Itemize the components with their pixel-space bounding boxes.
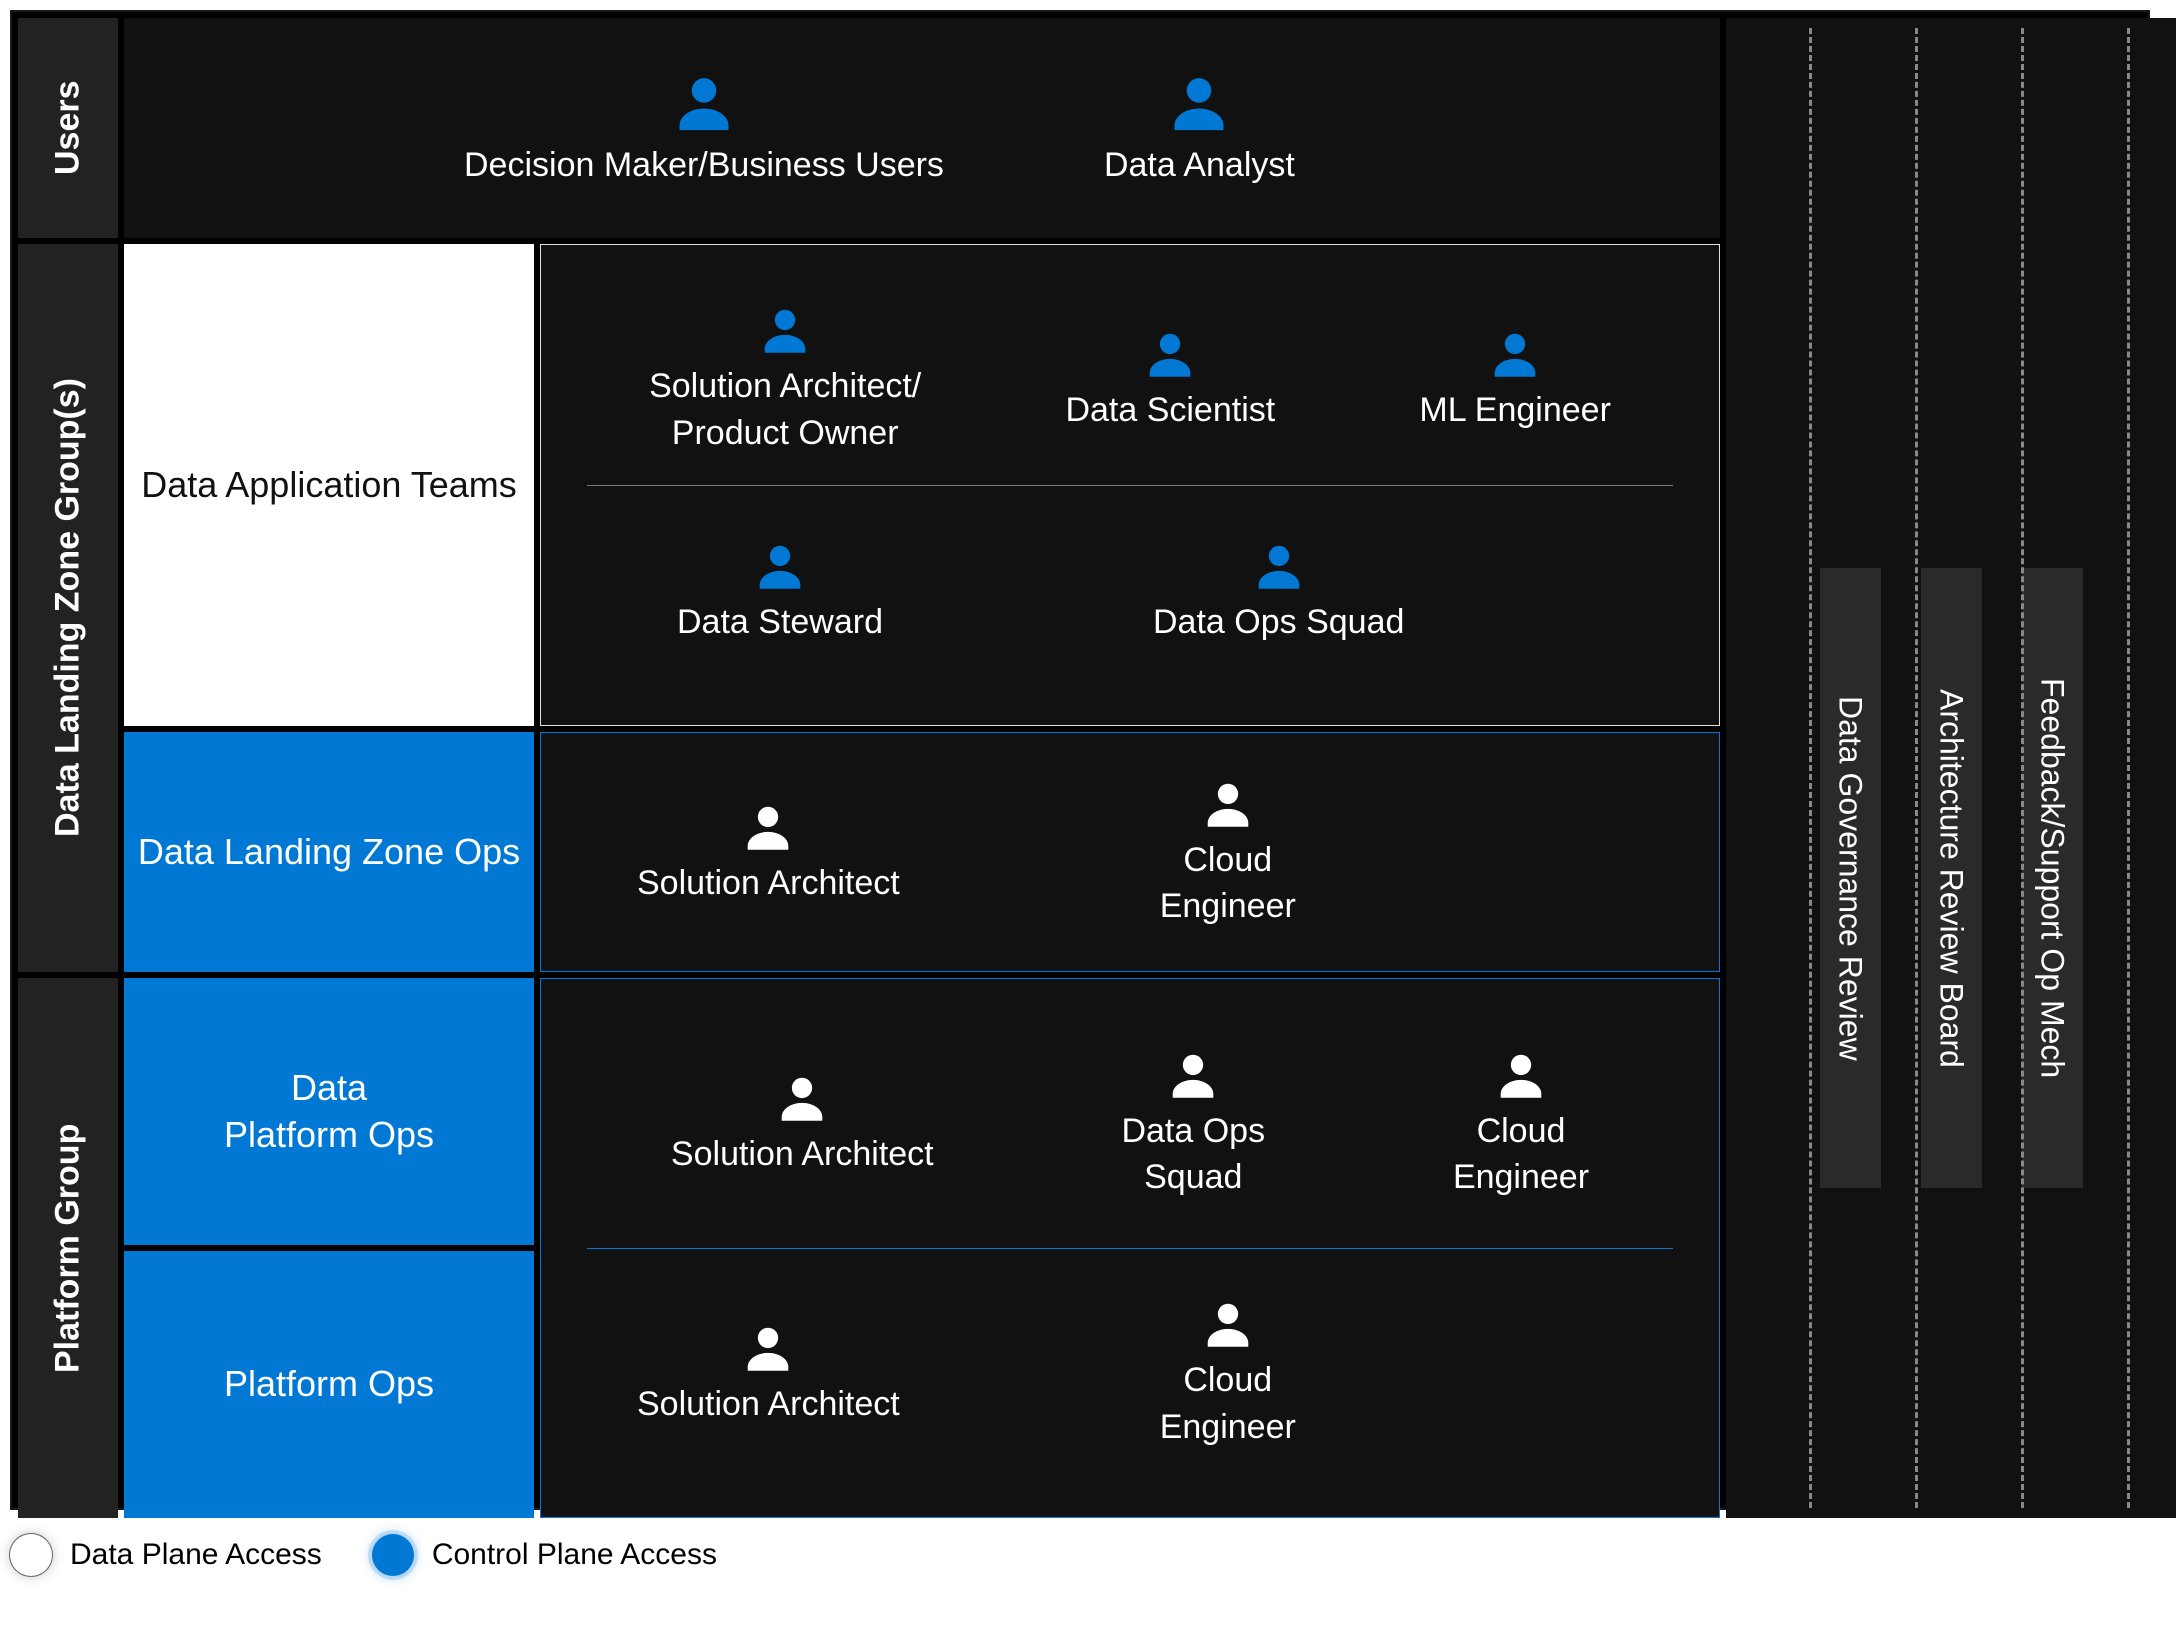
legend-label: Data Plane Access [70, 1538, 322, 1572]
pg-row-2: Solution Architect Cloud Engineer [577, 1249, 1683, 1498]
person-icon [1164, 1048, 1222, 1106]
pg-row-1: Solution Architect Data Ops Squad Cloud … [577, 999, 1683, 1248]
users-roles-row: Decision Maker/Business Users Data Analy… [124, 18, 1720, 238]
role-label: Decision Maker/Business Users [464, 144, 944, 187]
governance-bar-data-governance: Data Governance Review [1820, 568, 1881, 1188]
role-solution-architect: Solution Architect [637, 1321, 900, 1426]
role-label: Data Analyst [1104, 144, 1295, 187]
legend-label: Control Plane Access [432, 1538, 717, 1572]
person-icon [739, 800, 797, 858]
dashed-vline [2127, 28, 2130, 1508]
role-label: Cloud [1183, 839, 1272, 882]
vbar-label: Feedback/Support Op Mech [2034, 678, 2071, 1078]
role-data-analyst: Data Analyst [1104, 70, 1295, 187]
team-row-top: Solution Architect/ Product Owner Data S… [577, 273, 1683, 485]
legend-data-plane: Data Plane Access [10, 1534, 322, 1576]
role-label: Data Ops [1121, 1110, 1265, 1153]
dlz-main-column: Solution Architect/ Product Owner Data S… [540, 244, 1720, 972]
section-label-users-text: Users [49, 81, 88, 176]
app-teams-box: Solution Architect/ Product Owner Data S… [540, 244, 1720, 726]
role-data-ops-squad: Data Ops Squad [1121, 1048, 1265, 1199]
role-ml-engineer: ML Engineer [1419, 327, 1611, 432]
person-icon [1486, 327, 1544, 385]
person-icon [1250, 539, 1308, 597]
card-data-platform-ops: Data Platform Ops [124, 978, 534, 1245]
team-row-bottom: Data Steward Data Ops Squad [577, 486, 1683, 698]
person-icon [773, 1071, 831, 1129]
section-label-users: Users [18, 18, 118, 238]
role-data-ops-squad: Data Ops Squad [1153, 539, 1404, 644]
person-icon [1199, 777, 1257, 835]
card-label: Data Landing Zone Ops [138, 829, 520, 876]
role-label: Engineer [1160, 1406, 1296, 1449]
role-label: Engineer [1160, 885, 1296, 928]
person-icon [739, 1321, 797, 1379]
role-cloud-engineer: Cloud Engineer [1453, 1048, 1589, 1199]
pg-main-box: Solution Architect Data Ops Squad Cloud … [540, 978, 1720, 1518]
pg-left-column: Data Platform Ops Platform Ops [124, 978, 534, 1518]
governance-column: Data Governance Review Architecture Revi… [1726, 18, 2176, 1518]
person-icon [1199, 1297, 1257, 1355]
role-label: Solution Architect/ [649, 365, 921, 408]
card-data-application-teams: Data Application Teams [124, 244, 534, 726]
dashed-vline [1809, 28, 1812, 1508]
card-label: Data Application Teams [141, 462, 517, 509]
person-icon [1141, 327, 1199, 385]
person-icon [1164, 70, 1234, 140]
legend-dot-white [10, 1534, 52, 1576]
card-platform-ops: Platform Ops [124, 1251, 534, 1518]
role-label: Product Owner [672, 412, 899, 455]
dashed-vline [1915, 28, 1918, 1508]
role-data-scientist: Data Scientist [1065, 327, 1275, 432]
role-label: Squad [1144, 1156, 1242, 1199]
role-label: Solution Architect [671, 1133, 934, 1176]
legend: Data Plane Access Control Plane Access [10, 1534, 717, 1576]
role-cloud-engineer: Cloud Engineer [1160, 777, 1296, 928]
legend-control-plane: Control Plane Access [372, 1534, 717, 1576]
governance-bar-architecture-review: Architecture Review Board [1921, 568, 1982, 1188]
diagram-frame: Users Decision Maker/Business Users Data… [10, 10, 2150, 1510]
vbar-label: Data Governance Review [1832, 696, 1869, 1061]
role-label: Solution Architect [637, 862, 900, 905]
role-label: Data Ops Squad [1153, 601, 1404, 644]
ops-inner-row: Solution Architect Cloud Engineer [577, 753, 1683, 951]
role-label: Data Steward [677, 601, 883, 644]
governance-bar-feedback-support: Feedback/Support Op Mech [2022, 568, 2083, 1188]
person-icon [751, 539, 809, 597]
vbar-label: Architecture Review Board [1933, 689, 1970, 1068]
section-label-pg: Platform Group [18, 978, 118, 1518]
section-label-dlz-text: Data Landing Zone Group(s) [49, 379, 88, 838]
role-solution-architect-product-owner: Solution Architect/ Product Owner [649, 303, 921, 454]
role-label: Cloud [1183, 1359, 1272, 1402]
card-label: Data [224, 1065, 434, 1112]
section-label-pg-text: Platform Group [49, 1123, 88, 1372]
role-data-steward: Data Steward [677, 539, 883, 644]
role-solution-architect: Solution Architect [637, 800, 900, 905]
card-label: Platform Ops [224, 1361, 434, 1408]
role-decision-maker: Decision Maker/Business Users [464, 70, 944, 187]
role-solution-architect: Solution Architect [671, 1071, 934, 1176]
legend-dot-blue [372, 1534, 414, 1576]
dlz-ops-box: Solution Architect Cloud Engineer [540, 732, 1720, 972]
card-data-landing-zone-ops: Data Landing Zone Ops [124, 732, 534, 972]
person-icon [1492, 1048, 1550, 1106]
role-label: Solution Architect [637, 1383, 900, 1426]
section-label-dlz: Data Landing Zone Group(s) [18, 244, 118, 972]
role-label: ML Engineer [1419, 389, 1611, 432]
person-icon [756, 303, 814, 361]
role-cloud-engineer: Cloud Engineer [1160, 1297, 1296, 1448]
role-label: Engineer [1453, 1156, 1589, 1199]
dlz-left-column: Data Application Teams Data Landing Zone… [124, 244, 534, 972]
card-label-wrap: Data Platform Ops [224, 1065, 434, 1159]
role-label: Data Scientist [1065, 389, 1275, 432]
role-label: Cloud [1477, 1110, 1566, 1153]
person-icon [669, 70, 739, 140]
card-label: Platform Ops [224, 1112, 434, 1159]
